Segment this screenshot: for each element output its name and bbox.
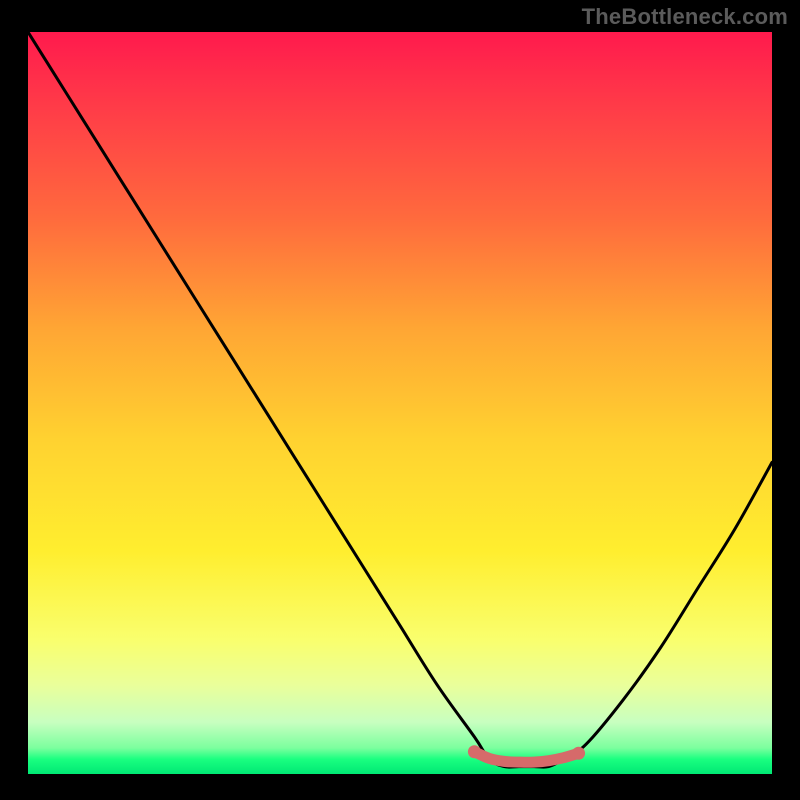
- plot-area: [28, 32, 772, 774]
- bottleneck-curve: [28, 32, 772, 767]
- chart-container: TheBottleneck.com: [0, 0, 800, 800]
- chart-svg: [28, 32, 772, 774]
- optimal-marker-dot-start: [468, 745, 481, 758]
- optimal-marker-dot-end: [572, 747, 585, 760]
- optimal-marker: [474, 752, 578, 763]
- watermark-text: TheBottleneck.com: [582, 4, 788, 30]
